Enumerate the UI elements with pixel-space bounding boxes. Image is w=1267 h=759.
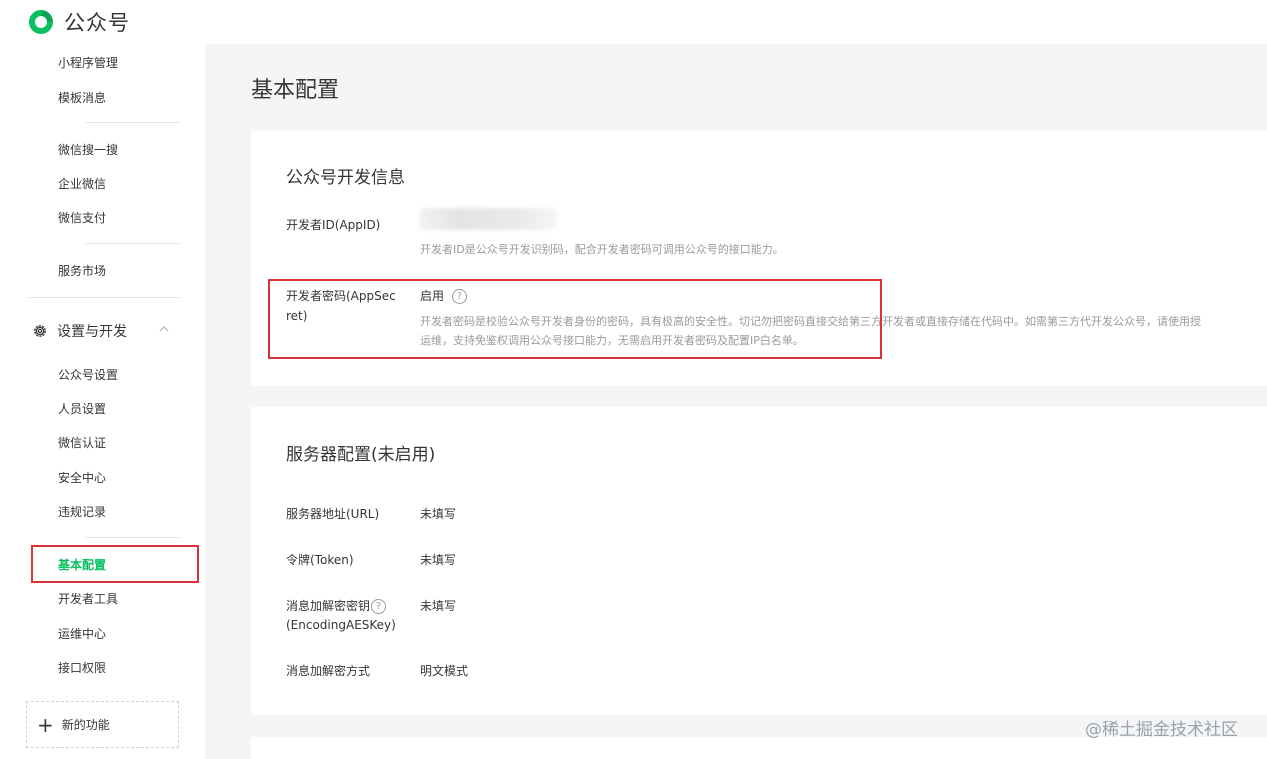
sidebar-item-account-settings[interactable]: 公众号设置 xyxy=(58,366,118,383)
chevron-up-icon[interactable] xyxy=(158,323,170,335)
help-icon[interactable]: ? xyxy=(371,599,387,614)
page-title: 基本配置 xyxy=(251,78,340,103)
encrypt-mode-label: 消息加解密方式 xyxy=(286,664,371,678)
sidebar-item-developer-tools[interactable]: 开发者工具 xyxy=(58,590,118,607)
server-url-label: 服务器地址(URL) xyxy=(286,507,380,521)
dev-info-title: 公众号开发信息 xyxy=(286,168,405,188)
appid-description: 开发者ID是公众号开发识别码，配合开发者密码可调用公众号的接口能力。 xyxy=(420,243,784,256)
sidebar-item-service-market[interactable]: 服务市场 xyxy=(58,262,106,279)
sidebar-item-wechat-verify[interactable]: 微信认证 xyxy=(58,434,106,451)
sidebar-divider xyxy=(28,297,180,298)
server-config-card: 服务器配置(未启用) 服务器地址(URL) 未填写 令牌(Token) 未填写 … xyxy=(251,407,1267,715)
sidebar-item-api-permissions[interactable]: 接口权限 xyxy=(58,659,106,676)
dev-info-card: 公众号开发信息 开发者ID(AppID) 开发者ID是公众号开发识别码，配合开发… xyxy=(251,131,1267,386)
appid-value-blurred xyxy=(419,208,557,230)
secret-status: 启用 ? xyxy=(420,286,467,306)
sidebar-divider xyxy=(85,122,180,123)
server-config-title: 服务器配置(未启用) xyxy=(286,445,436,465)
sidebar: 小程序管理 模板消息 微信搜一搜 企业微信 微信支付 服务市场 设置与开发 公众… xyxy=(0,44,205,759)
aes-key-value: 未填写 xyxy=(420,599,457,613)
sidebar-item-security-center[interactable]: 安全中心 xyxy=(58,469,106,486)
sidebar-divider xyxy=(85,243,180,244)
server-url-value: 未填写 xyxy=(420,507,457,521)
secret-status-value[interactable]: 启用 xyxy=(420,289,444,303)
sidebar-item-mini-program[interactable]: 小程序管理 xyxy=(58,54,118,71)
secret-description-line2: 运维，支持免鉴权调用公众号接口能力，无需启用开发者密码及配置IP白名单。 xyxy=(420,334,804,347)
sidebar-item-violation-records[interactable]: 违规记录 xyxy=(58,503,106,520)
token-value: 未填写 xyxy=(420,553,457,567)
watermark: @稀土掘金技术社区 xyxy=(1085,720,1238,740)
sidebar-item-wechat-pay[interactable]: 微信支付 xyxy=(58,209,106,226)
encrypt-mode-value: 明文模式 xyxy=(420,664,469,678)
next-card-partial xyxy=(251,737,1267,759)
token-label: 令牌(Token) xyxy=(286,553,354,567)
sidebar-item-member-settings[interactable]: 人员设置 xyxy=(58,400,106,417)
aes-key-label-line1: 消息加解密密钥? xyxy=(286,596,387,616)
sidebar-divider xyxy=(85,537,180,538)
secret-description-line1: 开发者密码是校验公众号开发者身份的密码，具有极高的安全性。切记勿把密码直接交给第… xyxy=(420,315,1201,328)
sidebar-group-settings-dev[interactable]: 设置与开发 xyxy=(32,320,182,342)
aes-key-label-line2: (EncodingAESKey) xyxy=(286,618,396,632)
aes-key-label: 消息加解密密钥 xyxy=(286,599,371,613)
plus-icon: + xyxy=(37,712,54,737)
sidebar-group-label: 设置与开发 xyxy=(57,324,127,340)
sidebar-item-ops-center[interactable]: 运维中心 xyxy=(58,625,106,642)
gear-icon xyxy=(34,325,46,337)
appid-label: 开发者ID(AppID) xyxy=(286,218,381,232)
sidebar-item-template-message[interactable]: 模板消息 xyxy=(58,89,106,106)
wechat-official-logo-icon[interactable] xyxy=(26,7,56,37)
secret-label-line2: ret) xyxy=(286,309,308,323)
secret-label-line1: 开发者密码(AppSec xyxy=(286,289,396,303)
sidebar-item-basic-config[interactable]: 基本配置 xyxy=(58,556,106,573)
new-feature-button[interactable]: + 新的功能 xyxy=(26,701,179,748)
new-feature-label: 新的功能 xyxy=(61,718,110,732)
app-title: 公众号 xyxy=(64,11,130,35)
sidebar-item-work-wechat[interactable]: 企业微信 xyxy=(58,175,106,192)
help-icon[interactable]: ? xyxy=(451,289,467,304)
sidebar-item-wechat-search[interactable]: 微信搜一搜 xyxy=(58,141,118,158)
top-bar: 公众号 xyxy=(0,0,1267,44)
